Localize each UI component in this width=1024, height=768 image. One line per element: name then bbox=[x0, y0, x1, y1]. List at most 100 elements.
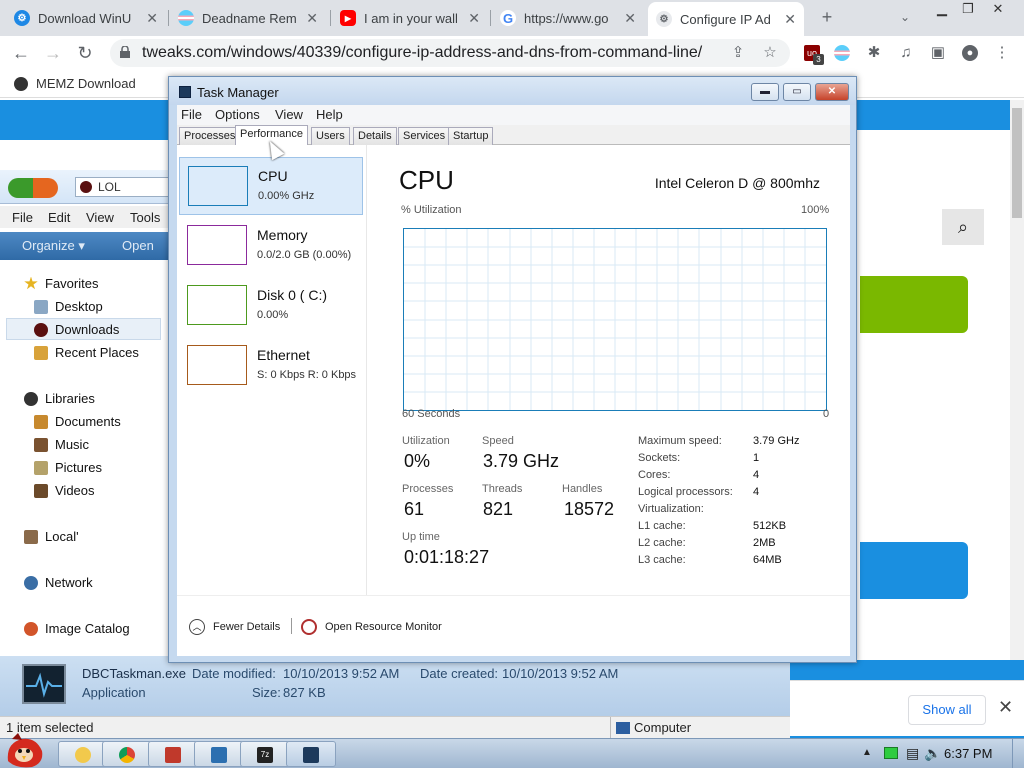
cpu-mini-graph bbox=[188, 166, 248, 206]
cpu-heading: CPU bbox=[399, 165, 454, 195]
tree-downloads[interactable]: Downloads bbox=[34, 322, 119, 337]
scrollbar-thumb[interactable] bbox=[1012, 108, 1022, 218]
browser-tab[interactable]: Deadname Rem ✕ bbox=[170, 4, 326, 32]
taskbar-explorer-button[interactable] bbox=[58, 741, 108, 767]
new-tab-button[interactable]: + bbox=[816, 6, 838, 28]
menu-file[interactable]: File bbox=[181, 107, 202, 122]
resource-cpu[interactable]: CPU 0.00% GHz bbox=[179, 157, 363, 215]
browser-tab-strip: ⚙ Download WinU ✕ Deadname Rem ✕ ▶ I am … bbox=[0, 0, 1024, 36]
volume-icon[interactable]: 🔈 bbox=[924, 745, 941, 762]
bookmark-star-icon[interactable]: ☆ bbox=[762, 45, 778, 61]
reload-icon[interactable]: ↻ bbox=[74, 42, 96, 64]
search-icon[interactable]: ⌕ bbox=[942, 209, 984, 245]
tree-favorites[interactable]: Favorites bbox=[24, 276, 98, 291]
menu-edit[interactable]: Edit bbox=[48, 210, 70, 225]
menu-kebab-icon[interactable]: ⋮ bbox=[994, 45, 1010, 61]
explorer-command-bar: Organize ▾ Open bbox=[0, 232, 172, 260]
page-scrollbar[interactable] bbox=[1010, 100, 1024, 660]
close-button[interactable]: ✕ bbox=[815, 83, 849, 101]
start-button[interactable] bbox=[2, 731, 48, 768]
tab-search-icon[interactable]: ⌄ bbox=[894, 6, 916, 28]
extensions-puzzle-icon[interactable]: ✱ bbox=[866, 45, 882, 61]
tree-music[interactable]: Music bbox=[34, 437, 89, 452]
close-window-button[interactable]: ✕ bbox=[984, 0, 1012, 18]
tree-image-catalog[interactable]: Image Catalog bbox=[24, 621, 130, 636]
windows-taskbar: 7z ▲ ▤ 🔈 6:37 PM bbox=[0, 733, 1024, 768]
taskbar-taskmgr-button[interactable] bbox=[286, 741, 336, 767]
show-desktop-button[interactable] bbox=[1012, 739, 1024, 768]
address-bar[interactable]: tweaks.com/windows/40339/configure-ip-ad… bbox=[110, 39, 790, 67]
tree-local[interactable]: Local' bbox=[24, 529, 79, 544]
breadcrumb[interactable]: LOL bbox=[75, 177, 175, 197]
handles-label: Handles bbox=[562, 483, 603, 495]
close-icon[interactable]: ✕ bbox=[468, 10, 480, 27]
bookmark-item[interactable]: MEMZ Download bbox=[14, 76, 136, 91]
show-hidden-icons[interactable]: ▲ bbox=[862, 747, 872, 758]
network-tray-icon[interactable]: ▤ bbox=[906, 745, 919, 762]
tree-pictures[interactable]: Pictures bbox=[34, 460, 102, 475]
fewer-details-button[interactable]: ︿ Fewer Details bbox=[189, 619, 280, 635]
open-resource-monitor-link[interactable]: Open Resource Monitor bbox=[301, 619, 442, 635]
forward-icon[interactable]: → bbox=[42, 42, 64, 64]
resource-memory[interactable]: Memory 0.0/2.0 GB (0.00%) bbox=[179, 217, 363, 275]
taskbar-clock[interactable]: 6:37 PM bbox=[944, 746, 992, 761]
minimize-button[interactable]: ▬ bbox=[751, 83, 779, 101]
resource-ethernet[interactable]: Ethernet S: 0 Kbps R: 0 Kbps bbox=[179, 337, 363, 395]
browser-tab[interactable]: ⚙ Download WinU ✕ bbox=[6, 4, 166, 32]
taskbar-paint-button[interactable] bbox=[148, 741, 198, 767]
share-icon[interactable]: ⇪ bbox=[730, 45, 746, 61]
tab-startup[interactable]: Startup bbox=[448, 127, 494, 145]
tree-documents[interactable]: Documents bbox=[34, 414, 121, 429]
tree-network[interactable]: Network bbox=[24, 575, 93, 590]
menu-file[interactable]: File bbox=[12, 210, 33, 225]
close-icon[interactable]: ✕ bbox=[624, 10, 636, 27]
organize-button[interactable]: Organize ▾ bbox=[22, 238, 85, 254]
close-icon[interactable]: ✕ bbox=[784, 11, 796, 28]
back-icon[interactable]: ← bbox=[10, 42, 32, 64]
browser-tab[interactable]: ▶ I am in your wall ✕ bbox=[332, 4, 488, 32]
task-manager-menubar: File Options View Help bbox=[177, 105, 850, 125]
media-control-icon[interactable]: ♫ bbox=[898, 45, 914, 61]
tab-details[interactable]: Details bbox=[353, 127, 397, 145]
task-manager-titlebar[interactable]: Task Manager ▬ ▭ ✕ bbox=[169, 77, 856, 105]
blue-banner[interactable] bbox=[860, 542, 968, 599]
utilization-value: 0% bbox=[404, 451, 431, 471]
show-all-button[interactable]: Show all bbox=[908, 695, 986, 725]
youtube-icon: ▶ bbox=[340, 10, 356, 26]
menu-options[interactable]: Options bbox=[215, 107, 260, 122]
taskbar-monitor-button[interactable] bbox=[194, 741, 244, 767]
tree-videos[interactable]: Videos bbox=[34, 483, 95, 498]
resource-disk[interactable]: Disk 0 ( C:) 0.00% bbox=[179, 277, 363, 335]
profile-avatar[interactable]: ● bbox=[962, 45, 978, 61]
battery-icon[interactable] bbox=[884, 747, 898, 759]
tab-services[interactable]: Services bbox=[398, 127, 451, 145]
spec-label: Cores: bbox=[638, 469, 671, 481]
taskbar-chrome-button[interactable] bbox=[102, 741, 152, 767]
tab-users[interactable]: Users bbox=[311, 127, 350, 145]
close-icon[interactable]: ✕ bbox=[146, 10, 158, 27]
browser-tab-active[interactable]: ⚙ Configure IP Ad ✕ bbox=[648, 2, 804, 36]
taskbar-7zip-button[interactable]: 7z bbox=[240, 741, 290, 767]
side-panel-icon[interactable]: ▣ bbox=[930, 45, 946, 61]
tree-libraries[interactable]: Libraries bbox=[24, 391, 95, 406]
menu-tools[interactable]: Tools bbox=[130, 210, 160, 225]
tab-processes[interactable]: Processes bbox=[179, 127, 241, 145]
trans-flag-extension-icon[interactable] bbox=[834, 45, 850, 61]
restore-button[interactable]: ❐ bbox=[954, 0, 982, 18]
tree-desktop[interactable]: Desktop bbox=[34, 299, 103, 314]
menu-view[interactable]: View bbox=[86, 210, 114, 225]
browser-tab[interactable]: G https://www.go ✕ bbox=[492, 4, 644, 32]
computer-icon bbox=[616, 722, 630, 734]
menu-help[interactable]: Help bbox=[316, 107, 343, 122]
tree-recent-places[interactable]: Recent Places bbox=[34, 345, 139, 360]
menu-view[interactable]: View bbox=[275, 107, 303, 122]
minimize-button[interactable]: ▁ bbox=[928, 0, 956, 18]
performance-panel: CPU 0.00% GHz Memory 0.0/2.0 GB (0.00%) … bbox=[177, 145, 850, 656]
close-icon[interactable]: ✕ bbox=[998, 697, 1013, 718]
resource-name: Disk 0 ( C:) bbox=[257, 287, 327, 303]
close-icon[interactable]: ✕ bbox=[306, 10, 318, 27]
maximize-button[interactable]: ▭ bbox=[783, 83, 811, 101]
back-forward-icon[interactable] bbox=[8, 178, 58, 198]
open-button[interactable]: Open bbox=[122, 238, 154, 253]
green-banner[interactable] bbox=[860, 276, 968, 333]
